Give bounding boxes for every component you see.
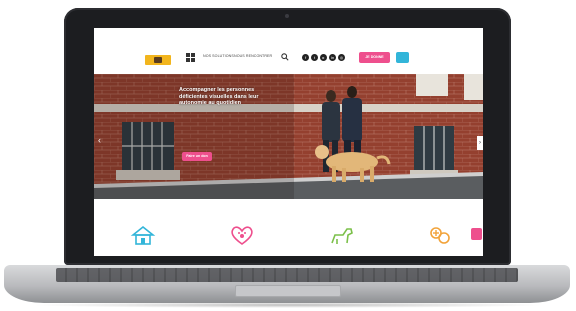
apps-grid-icon[interactable] bbox=[186, 53, 195, 62]
site-header: NOS SOLUTIONS NOUS RENCONTRER f t ▸ in ◎… bbox=[94, 28, 483, 74]
hero-banner bbox=[94, 74, 483, 199]
search-icon[interactable] bbox=[281, 53, 289, 61]
menu-button[interactable] bbox=[396, 52, 409, 63]
instagram-icon[interactable]: ◎ bbox=[338, 54, 345, 61]
facebook-icon[interactable]: f bbox=[302, 54, 309, 61]
laptop-base bbox=[4, 265, 570, 303]
donate-button[interactable]: JE DONNE bbox=[359, 52, 390, 63]
twitter-icon[interactable]: t bbox=[311, 54, 318, 61]
hero-title: Accompagner les personnes déficientes vi… bbox=[179, 87, 259, 106]
house-icon[interactable] bbox=[130, 225, 156, 245]
slider-prev-arrow[interactable]: ‹ bbox=[98, 136, 101, 145]
puzzle-icon[interactable] bbox=[427, 225, 453, 245]
youtube-icon[interactable]: ▸ bbox=[320, 54, 327, 61]
heart-paw-icon[interactable] bbox=[229, 225, 255, 245]
dog-icon[interactable] bbox=[329, 225, 355, 245]
site-logo[interactable] bbox=[145, 55, 171, 65]
nav-link-solutions[interactable]: NOS SOLUTIONS bbox=[203, 54, 234, 58]
keyboard bbox=[56, 268, 518, 282]
slider-next-arrow[interactable]: › bbox=[477, 136, 483, 150]
linkedin-icon[interactable]: in bbox=[329, 54, 336, 61]
laptop-screen: NOS SOLUTIONS NOUS RENCONTRER f t ▸ in ◎… bbox=[94, 28, 483, 256]
trackpad bbox=[235, 285, 341, 297]
nav-link-rencontrer[interactable]: NOUS RENCONTRER bbox=[234, 54, 272, 58]
hero-cta-button[interactable]: Faire un don bbox=[182, 152, 212, 161]
hero-photo bbox=[94, 74, 483, 199]
side-tab-button[interactable] bbox=[471, 228, 482, 240]
webcam-icon bbox=[285, 14, 289, 18]
